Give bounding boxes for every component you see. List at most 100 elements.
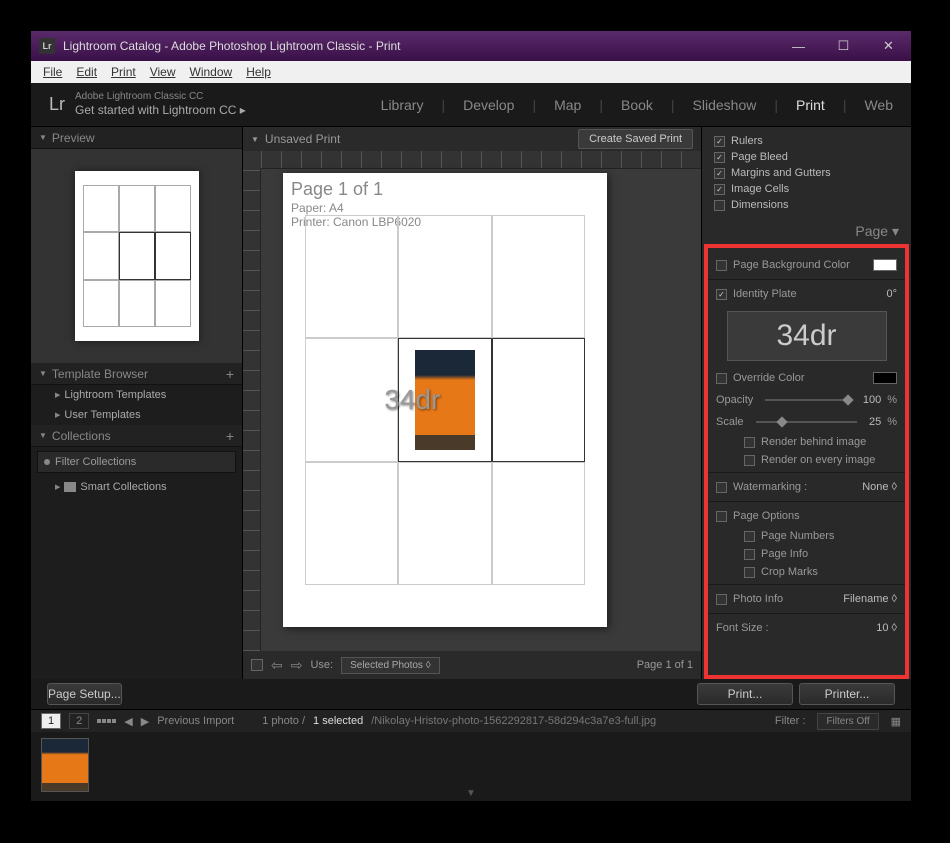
user-templates[interactable]: ▶User Templates <box>31 405 242 425</box>
preview-paper <box>75 171 199 341</box>
rulers-checkbox[interactable]: ✓ <box>714 136 725 147</box>
cells-checkbox[interactable]: ✓ <box>714 184 725 195</box>
preview-area <box>31 149 242 363</box>
next-icon[interactable]: ▶ <box>141 715 149 728</box>
identity-plate-preview[interactable]: 34dr <box>727 311 887 361</box>
app-header: Lr Adobe Lightroom Classic CC Get starte… <box>31 83 911 127</box>
template-browser-header[interactable]: ▼Template Browser+ <box>31 363 242 385</box>
canvas[interactable]: Page 1 of 1 Paper: A4 Printer: Canon LBP… <box>243 151 701 651</box>
module-map[interactable]: Map <box>554 97 581 113</box>
render-behind-checkbox[interactable] <box>744 437 755 448</box>
collections-header[interactable]: ▼Collections+ <box>31 425 242 447</box>
prev-icon[interactable]: ◀ <box>124 715 132 728</box>
identity-plate-overlay[interactable]: 34dr <box>384 384 440 416</box>
module-web[interactable]: Web <box>864 97 893 113</box>
guides-section: ✓Rulers ✓Page Bleed ✓Margins and Gutters… <box>702 127 911 219</box>
dimensions-checkbox[interactable] <box>714 200 725 211</box>
maximize-button[interactable]: ☐ <box>821 31 866 61</box>
print-name: Unsaved Print <box>265 132 340 146</box>
window-title: Lightroom Catalog - Adobe Photoshop Ligh… <box>63 39 401 53</box>
identity-angle[interactable]: 0° <box>886 288 897 300</box>
next-page-icon[interactable]: ⇨ <box>291 657 303 674</box>
page-setup-button[interactable]: Page Setup... <box>47 683 122 705</box>
module-slideshow[interactable]: Slideshow <box>693 97 757 113</box>
photo-path: /Nikolay-Hristov-photo-1562292817-58d294… <box>371 715 656 727</box>
font-size-select[interactable]: 10 ◊ <box>876 622 897 634</box>
filmstrip: 1 2 ◀ ▶ Previous Import 1 photo / 1 sele… <box>31 709 911 801</box>
center-footer: ⇦ ⇨ Use: Selected Photos ◊ Page 1 of 1 <box>243 651 701 679</box>
identity-plate-checkbox[interactable]: ✓ <box>716 289 727 300</box>
module-picker: Library| Develop| Map| Book| Slideshow| … <box>381 97 893 113</box>
filter-lock-icon[interactable]: ▦ <box>891 715 901 728</box>
menu-help[interactable]: Help <box>240 63 277 81</box>
page-options-checkbox[interactable] <box>716 511 727 522</box>
center-panel: ▼ Unsaved Print Create Saved Print Page … <box>243 127 701 679</box>
app-icon: Lr <box>39 38 55 54</box>
paper[interactable]: Page 1 of 1 Paper: A4 Printer: Canon LBP… <box>283 173 607 627</box>
bottom-bar: Page Setup... Print... Printer... <box>31 679 911 709</box>
bg-color-swatch[interactable] <box>873 259 897 271</box>
menu-view[interactable]: View <box>144 63 182 81</box>
ruler-vertical <box>243 169 261 651</box>
search-icon <box>44 459 50 465</box>
page-numbers-checkbox[interactable] <box>744 531 755 542</box>
smart-collections[interactable]: ▶Smart Collections <box>31 477 242 497</box>
module-library[interactable]: Library <box>381 97 424 113</box>
grid-icon[interactable] <box>97 719 116 723</box>
printer-button[interactable]: Printer... <box>799 683 895 705</box>
filter-select[interactable]: Filters Off <box>817 713 878 730</box>
prev-page-icon[interactable]: ⇦ <box>271 657 283 674</box>
bleed-checkbox[interactable]: ✓ <box>714 152 725 163</box>
menu-file[interactable]: File <box>37 63 68 81</box>
collapse-icon[interactable]: ▼ <box>251 135 259 144</box>
override-color-swatch[interactable] <box>873 372 897 384</box>
render-every-checkbox[interactable] <box>744 455 755 466</box>
filter-collections-input[interactable]: Filter Collections <box>37 451 236 473</box>
minimize-button[interactable]: — <box>776 31 821 61</box>
bg-color-checkbox[interactable] <box>716 260 727 271</box>
collapse-filmstrip-icon[interactable]: ▼ <box>466 788 476 799</box>
module-print[interactable]: Print <box>796 97 825 113</box>
page-indicator: Page 1 of 1 <box>637 659 693 671</box>
add-template-icon[interactable]: + <box>226 366 234 382</box>
logo: Lr <box>49 94 65 115</box>
display-1-button[interactable]: 1 <box>41 713 61 729</box>
margins-checkbox[interactable]: ✓ <box>714 168 725 179</box>
photo-info-select[interactable]: Filename ◊ <box>843 593 897 605</box>
filmstrip-thumbnail[interactable] <box>41 738 89 792</box>
photo-info-checkbox[interactable] <box>716 594 727 605</box>
create-saved-print-button[interactable]: Create Saved Print <box>578 129 693 149</box>
preview-header[interactable]: ▼Preview <box>31 127 242 149</box>
crop-marks-checkbox[interactable] <box>744 567 755 578</box>
page-info-checkbox[interactable] <box>744 549 755 560</box>
print-button[interactable]: Print... <box>697 683 793 705</box>
module-book[interactable]: Book <box>621 97 653 113</box>
source-label[interactable]: Previous Import <box>157 715 234 727</box>
page-section-header[interactable]: Page ▾ <box>702 219 911 244</box>
add-collection-icon[interactable]: + <box>226 428 234 444</box>
scale-slider[interactable] <box>756 421 857 423</box>
menu-print[interactable]: Print <box>105 63 142 81</box>
lightroom-templates[interactable]: ▶Lightroom Templates <box>31 385 242 405</box>
titlebar: Lr Lightroom Catalog - Adobe Photoshop L… <box>31 31 911 61</box>
close-button[interactable]: ✕ <box>866 31 911 61</box>
left-panel: ▼Preview ▼Template Browser+ ▶Lightroom T… <box>31 127 243 679</box>
center-header: ▼ Unsaved Print Create Saved Print <box>243 127 701 151</box>
ruler-horizontal <box>261 151 701 169</box>
menu-edit[interactable]: Edit <box>70 63 103 81</box>
module-develop[interactable]: Develop <box>463 97 514 113</box>
opacity-slider[interactable] <box>765 399 851 401</box>
right-panel: ✓Rulers ✓Page Bleed ✓Margins and Gutters… <box>701 127 911 679</box>
watermarking-select[interactable]: None ◊ <box>862 481 897 493</box>
menubar: File Edit Print View Window Help <box>31 61 911 83</box>
menu-window[interactable]: Window <box>184 63 239 81</box>
tagline: Adobe Lightroom Classic CC Get started w… <box>75 91 246 117</box>
collection-icon <box>64 482 76 492</box>
select-all-checkbox[interactable] <box>251 659 263 671</box>
watermarking-checkbox[interactable] <box>716 482 727 493</box>
image-cell-active[interactable]: 34dr <box>398 338 491 461</box>
display-2-button[interactable]: 2 <box>69 713 89 729</box>
highlighted-section: Page Background Color ✓Identity Plate0° … <box>704 244 909 679</box>
use-select[interactable]: Selected Photos ◊ <box>341 657 440 674</box>
override-color-checkbox[interactable] <box>716 373 727 384</box>
